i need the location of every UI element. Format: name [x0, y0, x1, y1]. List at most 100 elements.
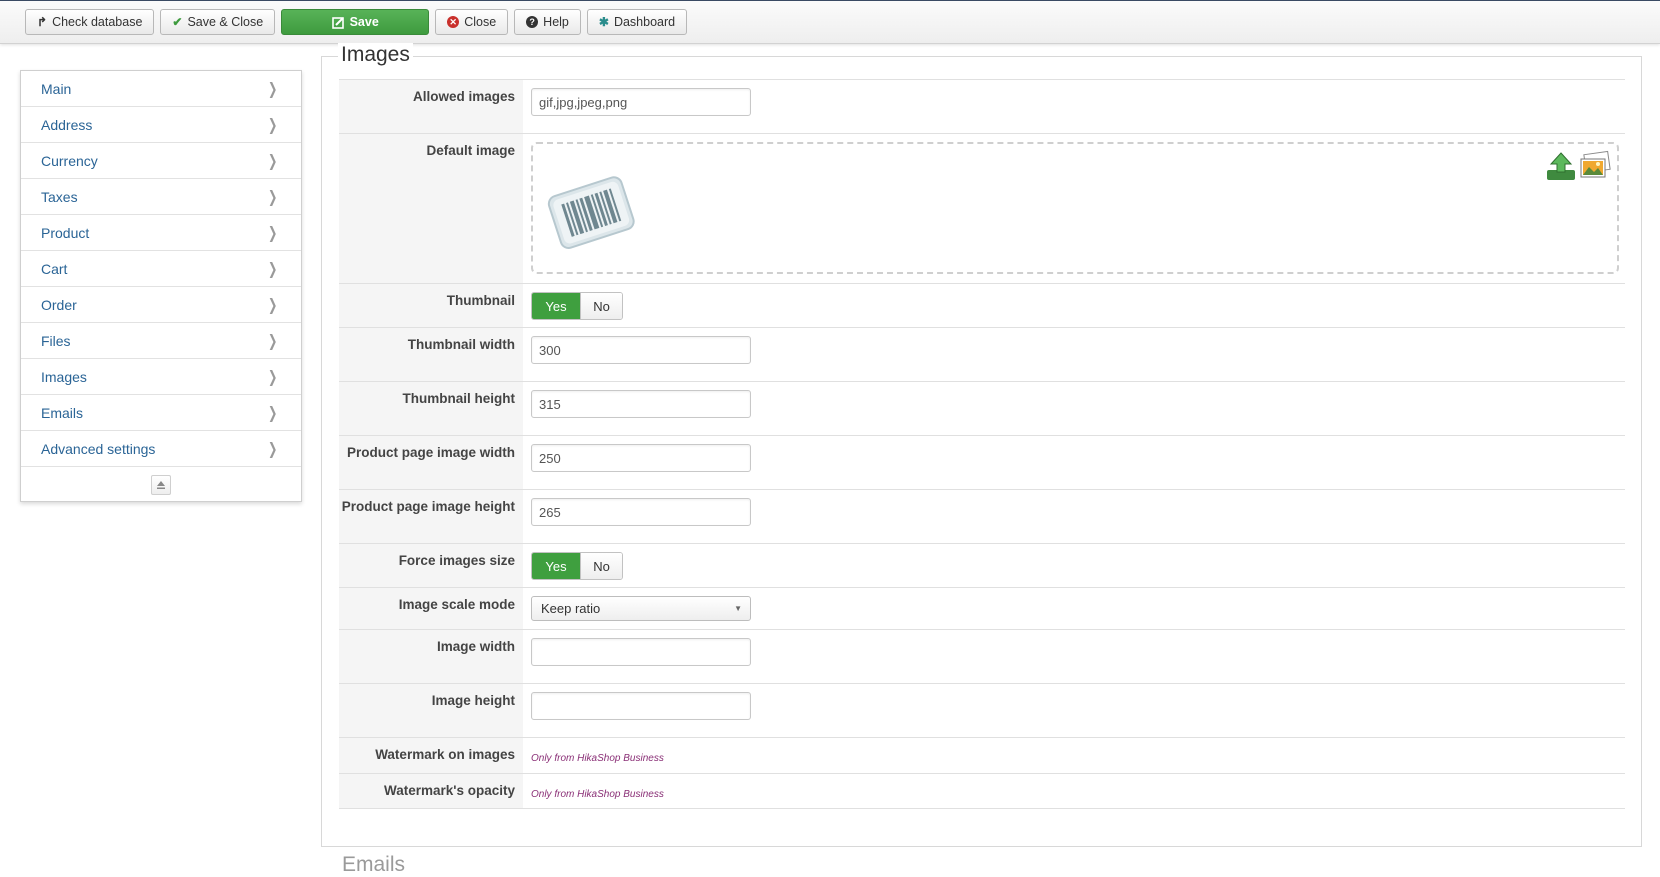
force-images-size-no-button[interactable]: No	[580, 553, 622, 579]
chevron-right-icon: ❯	[267, 260, 277, 278]
dashboard-button[interactable]: ✱ Dashboard	[586, 9, 688, 35]
business-only-note: Only from HikaShop Business	[531, 753, 664, 764]
row-thumbnail-width: Thumbnail width	[339, 327, 1625, 381]
sidebar-item-currency[interactable]: Currency ❯	[21, 143, 301, 179]
chevron-right-icon: ❯	[267, 116, 277, 134]
chevron-right-icon: ❯	[267, 332, 277, 350]
sidebar-item-label: Address	[41, 116, 93, 133]
sidebar-item-label: Product	[41, 224, 90, 241]
close-circle-icon: ✕	[447, 16, 460, 28]
chevron-right-icon: ❯	[267, 80, 277, 98]
field-label: Watermark on images	[339, 738, 523, 773]
chevron-right-icon: ❯	[267, 440, 277, 458]
edit-icon	[331, 16, 345, 29]
sidebar-item-advanced-settings[interactable]: Advanced settings ❯	[21, 431, 301, 467]
sidebar-item-label: Currency	[41, 152, 98, 169]
help-button[interactable]: ? Help	[514, 9, 581, 35]
toolbar: ↱ Check database ✔ Save & Close Save ✕ C…	[0, 0, 1660, 44]
caret-down-icon: ▼	[734, 604, 742, 613]
images-form: Allowed images Default image	[339, 79, 1625, 809]
row-product-page-image-width: Product page image width	[339, 435, 1625, 489]
field-label: Image scale mode	[339, 588, 523, 629]
barcode-image	[547, 176, 635, 249]
close-label: Close	[464, 15, 497, 29]
save-close-button[interactable]: ✔ Save & Close	[160, 9, 276, 35]
row-thumbnail: Thumbnail Yes No	[339, 283, 1625, 327]
close-button[interactable]: ✕ Close	[435, 9, 509, 35]
field-label: Thumbnail	[339, 284, 523, 327]
collapse-up-button[interactable]	[151, 474, 171, 495]
asterisk-icon: ✱	[598, 15, 609, 29]
field-label: Watermark's opacity	[339, 774, 523, 808]
next-section-title: Emails	[342, 853, 406, 876]
sidebar-item-cart[interactable]: Cart ❯	[21, 251, 301, 287]
sidebar-item-label: Files	[41, 332, 71, 349]
sidebar-item-address[interactable]: Address ❯	[21, 107, 301, 143]
chevron-right-icon: ❯	[267, 224, 277, 242]
field-label: Product page image height	[339, 490, 523, 543]
row-watermark-opacity: Watermark's opacity Only from HikaShop B…	[339, 773, 1625, 809]
sidebar-item-label: Taxes	[41, 188, 78, 205]
sidebar-footer	[21, 467, 301, 502]
chevron-right-icon: ❯	[267, 188, 277, 206]
chevron-right-icon: ❯	[267, 404, 277, 422]
sidebar-item-label: Emails	[41, 404, 84, 421]
check-database-label: Check database	[52, 15, 143, 29]
row-allowed-images: Allowed images	[339, 79, 1625, 133]
eject-icon	[157, 480, 165, 489]
sidebar-item-files[interactable]: Files ❯	[21, 323, 301, 359]
check-icon: ✔	[172, 15, 183, 29]
help-label: Help	[543, 15, 569, 29]
upload-icon[interactable]	[1545, 150, 1577, 182]
dashboard-label: Dashboard	[613, 15, 676, 29]
sidebar-item-label: Cart	[41, 260, 68, 277]
config-sidebar: Main ❯ Address ❯ Currency ❯ Taxes ❯ Product ❯…	[20, 70, 302, 502]
row-thumbnail-height: Thumbnail height	[339, 381, 1625, 435]
field-label: Thumbnail width	[339, 328, 523, 381]
row-default-image: Default image	[339, 133, 1625, 283]
field-label: Default image	[339, 134, 523, 283]
select-value: Keep ratio	[541, 601, 601, 616]
image-height-input[interactable]	[531, 692, 751, 720]
sidebar-item-product[interactable]: Product ❯	[21, 215, 301, 251]
sidebar-item-label: Main	[41, 80, 72, 97]
sidebar-item-emails[interactable]: Emails ❯	[21, 395, 301, 431]
allowed-images-input[interactable]	[531, 88, 751, 116]
image-width-input[interactable]	[531, 638, 751, 666]
field-label: Force images size	[339, 544, 523, 587]
question-circle-icon: ?	[526, 16, 539, 28]
row-force-images-size: Force images size Yes No	[339, 543, 1625, 587]
product-page-image-width-input[interactable]	[531, 444, 751, 472]
database-icon: ↱	[37, 15, 48, 29]
field-label: Allowed images	[339, 80, 523, 133]
row-image-width: Image width	[339, 629, 1625, 683]
chevron-right-icon: ❯	[267, 296, 277, 314]
sidebar-item-label: Order	[41, 296, 77, 313]
sidebar-item-taxes[interactable]: Taxes ❯	[21, 179, 301, 215]
sidebar-item-order[interactable]: Order ❯	[21, 287, 301, 323]
thumbnail-height-input[interactable]	[531, 390, 751, 418]
save-button[interactable]: Save	[281, 9, 430, 35]
product-page-image-height-input[interactable]	[531, 498, 751, 526]
save-close-label: Save & Close	[187, 15, 264, 29]
section-title: Images	[338, 43, 413, 67]
field-label: Thumbnail height	[339, 382, 523, 435]
field-label: Image height	[339, 684, 523, 737]
thumbnail-no-button[interactable]: No	[580, 293, 622, 319]
row-image-height: Image height	[339, 683, 1625, 737]
thumbnail-width-input[interactable]	[531, 336, 751, 364]
row-product-page-image-height: Product page image height	[339, 489, 1625, 543]
check-database-button[interactable]: ↱ Check database	[25, 9, 155, 35]
sidebar-item-main[interactable]: Main ❯	[21, 71, 301, 107]
chevron-right-icon: ❯	[267, 152, 277, 170]
thumbnail-yes-button[interactable]: Yes	[532, 293, 580, 319]
image-gallery-icon[interactable]	[1579, 150, 1611, 182]
image-scale-mode-select[interactable]: Keep ratio ▼	[531, 596, 751, 621]
row-image-scale-mode: Image scale mode Keep ratio ▼	[339, 587, 1625, 629]
force-images-size-yes-button[interactable]: Yes	[532, 553, 580, 579]
default-image-dropzone[interactable]	[531, 142, 1619, 274]
field-label: Product page image width	[339, 436, 523, 489]
sidebar-item-images[interactable]: Images ❯	[21, 359, 301, 395]
field-label: Image width	[339, 630, 523, 683]
business-only-note: Only from HikaShop Business	[531, 789, 664, 800]
